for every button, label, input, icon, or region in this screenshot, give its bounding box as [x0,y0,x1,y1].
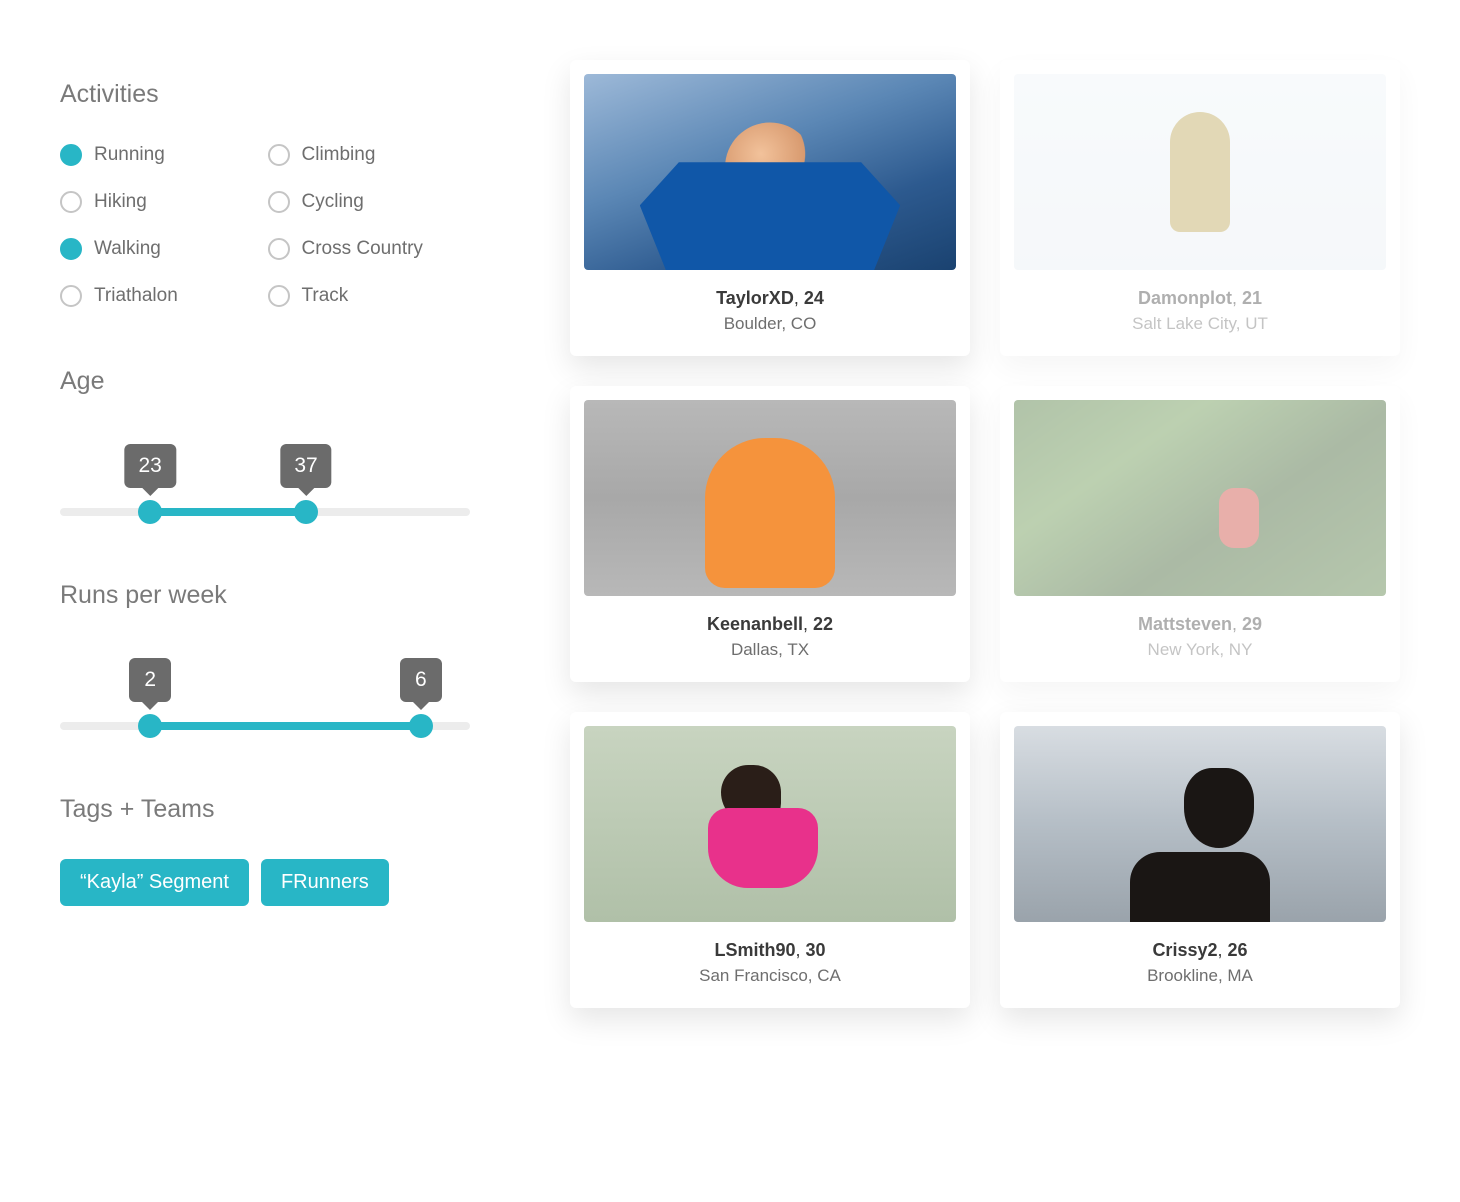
profile-location: New York, NY [1014,640,1386,660]
filters-panel: Activities Running Climbing Hiking Cycling W… [60,60,470,1008]
profile-name: Damonplot, 21 [1014,288,1386,309]
activity-option[interactable]: Running [60,144,263,166]
profile-location: Salt Lake City, UT [1014,314,1386,334]
activities-section: Activities Running Climbing Hiking Cycling W… [60,80,470,307]
runs-min-handle[interactable] [138,714,162,738]
profile-photo [584,726,956,922]
age-section: Age 23 37 [60,367,470,526]
profile-card[interactable]: Damonplot, 21 Salt Lake City, UT [1000,60,1400,356]
tags-title: Tags + Teams [60,795,470,824]
tags-row: “Kayla” Segment FRunners [60,859,470,906]
profile-name: Keenanbell, 22 [584,614,956,635]
activity-label: Track [302,285,349,307]
profile-card[interactable]: Crissy2, 26 Brookline, MA [1000,712,1400,1008]
slider-range [150,722,421,730]
tag-chip[interactable]: FRunners [261,859,389,906]
runs-min-tooltip: 2 [129,658,171,702]
radio-icon [268,285,290,307]
runs-section: Runs per week 2 6 [60,581,470,740]
results-grid: TaylorXD, 24 Boulder, CO Damonplot, 21 Salt… [570,60,1400,1008]
runs-title: Runs per week [60,581,470,610]
radio-icon [268,144,290,166]
profile-card[interactable]: TaylorXD, 24 Boulder, CO [570,60,970,356]
runs-slider[interactable]: 2 6 [60,650,470,740]
radio-icon [60,144,82,166]
profile-photo [1014,400,1386,596]
activity-option[interactable]: Climbing [268,144,471,166]
activity-label: Climbing [302,144,376,166]
activity-option[interactable]: Track [268,285,471,307]
activity-label: Cycling [302,191,364,213]
activity-option[interactable]: Cross Country [268,238,471,260]
activity-option[interactable]: Triathalon [60,285,263,307]
profile-name: TaylorXD, 24 [584,288,956,309]
age-slider[interactable]: 23 37 [60,436,470,526]
profile-photo [584,400,956,596]
activity-option[interactable]: Cycling [268,191,471,213]
profile-name: Mattsteven, 29 [1014,614,1386,635]
age-min-tooltip: 23 [125,444,176,488]
age-max-handle[interactable] [294,500,318,524]
profile-name: Crissy2, 26 [1014,940,1386,961]
profile-photo [1014,726,1386,922]
runs-max-tooltip: 6 [400,658,442,702]
activity-label: Running [94,144,165,166]
profile-card[interactable]: LSmith90, 30 San Francisco, CA [570,712,970,1008]
profile-location: Dallas, TX [584,640,956,660]
activity-label: Cross Country [302,238,423,260]
activity-label: Triathalon [94,285,178,307]
profile-photo [584,74,956,270]
radio-icon [60,285,82,307]
profile-card[interactable]: Keenanbell, 22 Dallas, TX [570,386,970,682]
tags-section: Tags + Teams “Kayla” Segment FRunners [60,795,470,906]
activity-option[interactable]: Hiking [60,191,263,213]
activities-title: Activities [60,80,470,109]
tag-chip[interactable]: “Kayla” Segment [60,859,249,906]
profile-card[interactable]: Mattsteven, 29 New York, NY [1000,386,1400,682]
radio-icon [60,191,82,213]
activity-label: Hiking [94,191,147,213]
slider-range [150,508,306,516]
activities-grid: Running Climbing Hiking Cycling Walking Cross… [60,144,470,307]
profile-location: San Francisco, CA [584,966,956,986]
activity-option[interactable]: Walking [60,238,263,260]
profile-photo [1014,74,1386,270]
age-min-handle[interactable] [138,500,162,524]
radio-icon [60,238,82,260]
profile-location: Brookline, MA [1014,966,1386,986]
radio-icon [268,191,290,213]
profile-location: Boulder, CO [584,314,956,334]
profile-name: LSmith90, 30 [584,940,956,961]
age-max-tooltip: 37 [280,444,331,488]
runs-max-handle[interactable] [409,714,433,738]
radio-icon [268,238,290,260]
age-title: Age [60,367,470,396]
activity-label: Walking [94,238,161,260]
